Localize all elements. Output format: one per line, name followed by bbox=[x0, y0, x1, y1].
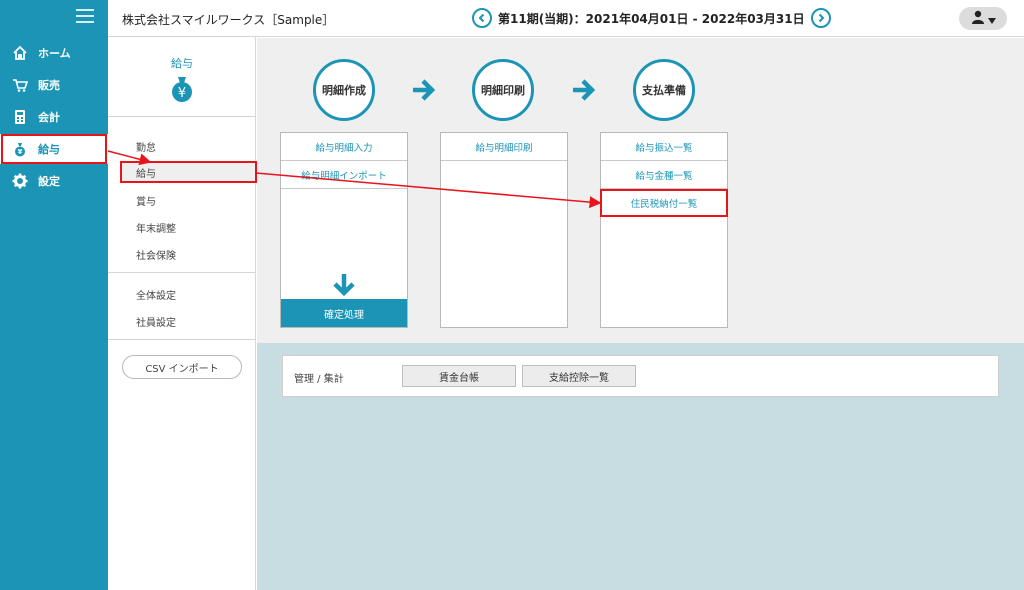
nav-label: 設定 bbox=[38, 175, 60, 188]
link-transfer-list[interactable]: 給与振込一覧 bbox=[601, 133, 727, 161]
prev-period-button[interactable] bbox=[472, 8, 492, 28]
arrow-right-icon bbox=[411, 77, 437, 103]
top-header: 株式会社スマイルワークス［Sample］ 第11期(当期)：2021年04月01… bbox=[108, 0, 1024, 37]
user-icon bbox=[971, 9, 985, 28]
wage-ledger-button[interactable]: 賃金台帳 bbox=[402, 365, 516, 387]
pay-deduction-list-button[interactable]: 支給控除一覧 bbox=[522, 365, 636, 387]
divider bbox=[108, 116, 256, 117]
link-resident-tax-list[interactable]: 住民税納付一覧 bbox=[600, 189, 728, 217]
step-create-statement: 明細作成 bbox=[313, 59, 375, 121]
summary-label: 管理 / 集計 bbox=[294, 374, 344, 385]
cart-icon bbox=[12, 77, 28, 93]
link-payroll-import[interactable]: 給与明細インポート bbox=[281, 161, 407, 189]
subnav-item-general-settings[interactable]: 全体設定 bbox=[120, 283, 252, 305]
subnav-item-payroll[interactable]: 給与 bbox=[120, 161, 257, 183]
company-name: 株式会社スマイルワークス［Sample］ bbox=[122, 13, 335, 27]
step-payment-prep: 支払準備 bbox=[633, 59, 695, 121]
subnav-item-attendance[interactable]: 勤怠 bbox=[120, 135, 252, 157]
calculator-icon bbox=[12, 109, 28, 125]
divider bbox=[108, 339, 256, 340]
confirm-process-button[interactable]: 確定処理 bbox=[281, 299, 407, 327]
column-print-statement: 給与明細印刷 bbox=[440, 132, 568, 328]
period-selector: 第11期(当期)：2021年04月01日 - 2022年03月31日 bbox=[472, 8, 831, 28]
link-payroll-entry[interactable]: 給与明細入力 bbox=[281, 133, 407, 161]
divider bbox=[108, 272, 256, 273]
link-denomination-list[interactable]: 給与金種一覧 bbox=[601, 161, 727, 189]
column-payment-prep: 給与振込一覧 給与金種一覧 住民税納付一覧 bbox=[600, 132, 728, 328]
payroll-subnav: 給与 ¥ 勤怠 給与 賞与 年末調整 社会保険 全体設定 社員設定 CSV イン… bbox=[108, 37, 257, 590]
arrow-down-icon bbox=[331, 272, 357, 302]
column-create-statement: 給与明細入力 給与明細インポート 確定処理 bbox=[280, 132, 408, 328]
nav-label: ホーム bbox=[38, 47, 71, 60]
subnav-title: 給与 bbox=[171, 57, 193, 70]
period-text: 第11期(当期)：2021年04月01日 - 2022年03月31日 bbox=[498, 11, 805, 26]
nav-item-home[interactable]: ホーム bbox=[0, 38, 108, 68]
subnav-item-employee-settings[interactable]: 社員設定 bbox=[120, 310, 252, 332]
nav-item-settings[interactable]: 設定 bbox=[0, 166, 108, 196]
subnav-item-social-insurance[interactable]: 社会保険 bbox=[120, 243, 252, 265]
nav-item-sales[interactable]: 販売 bbox=[0, 70, 108, 100]
link-payroll-print[interactable]: 給与明細印刷 bbox=[441, 133, 567, 161]
gear-icon bbox=[12, 173, 28, 189]
nav-item-accounting[interactable]: 会計 bbox=[0, 102, 108, 132]
svg-text:¥: ¥ bbox=[178, 86, 186, 101]
subnav-item-year-end[interactable]: 年末調整 bbox=[120, 216, 252, 238]
highlight-box bbox=[1, 134, 107, 164]
hamburger-menu-icon[interactable] bbox=[76, 9, 94, 23]
left-sidebar: ホーム 販売 会計 ¥ 給与 設定 bbox=[0, 0, 108, 590]
summary-panel: 管理 / 集計 賃金台帳 支給控除一覧 bbox=[282, 355, 999, 397]
nav-label: 会計 bbox=[38, 111, 60, 124]
chevron-down-icon bbox=[987, 9, 996, 28]
step-print-statement: 明細印刷 bbox=[472, 59, 534, 121]
nav-item-payroll[interactable]: ¥ 給与 bbox=[0, 134, 108, 164]
money-bag-icon: ¥ bbox=[170, 75, 194, 107]
user-menu-button[interactable] bbox=[959, 7, 1007, 30]
csv-import-button[interactable]: CSV インポート bbox=[122, 355, 242, 379]
nav-label: 販売 bbox=[38, 79, 60, 92]
arrow-right-icon bbox=[571, 77, 597, 103]
home-icon bbox=[12, 45, 28, 61]
subnav-item-bonus[interactable]: 賞与 bbox=[120, 189, 252, 211]
next-period-button[interactable] bbox=[810, 8, 831, 28]
